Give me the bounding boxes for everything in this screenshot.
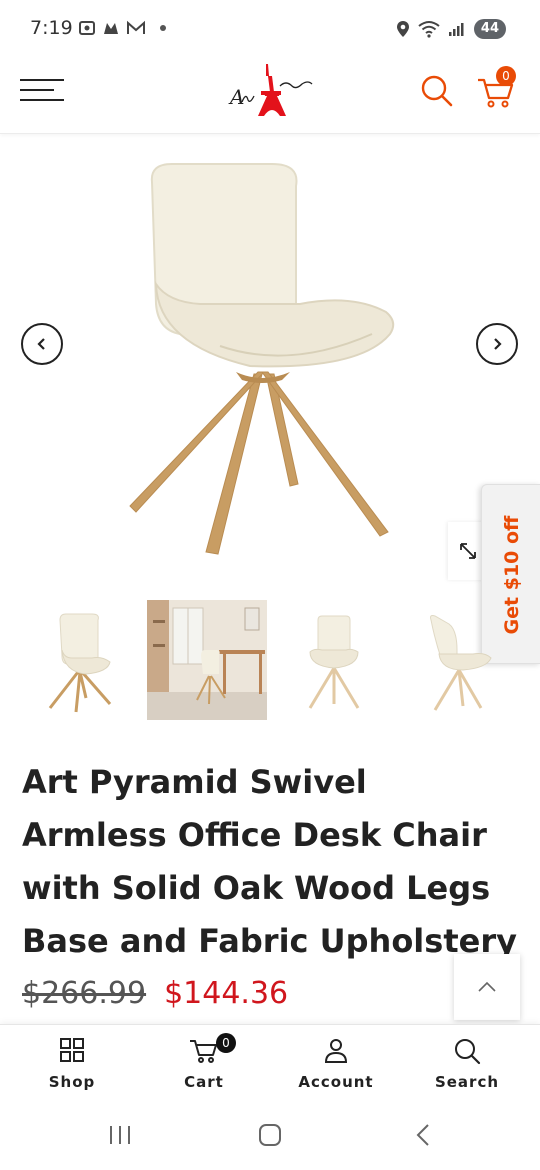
wifi-icon bbox=[418, 21, 440, 38]
product-title: Art Pyramid Swivel Armless Office Desk C… bbox=[22, 763, 517, 960]
menu-line bbox=[20, 79, 64, 81]
nav-cart[interactable]: 0 Cart bbox=[144, 1025, 264, 1103]
room-scene-thumbnail-image bbox=[147, 600, 267, 720]
search-icon bbox=[421, 75, 453, 107]
thumbnail-3[interactable] bbox=[274, 600, 394, 720]
nav-account[interactable]: Account bbox=[276, 1025, 396, 1103]
menu-icon[interactable] bbox=[20, 79, 64, 105]
site-header: A 0 bbox=[0, 58, 540, 134]
chair-side-thumbnail-image bbox=[430, 615, 492, 711]
location-icon bbox=[396, 21, 409, 37]
notification-icons bbox=[78, 20, 166, 36]
chevron-right-icon bbox=[494, 338, 502, 350]
chair-front-thumbnail-image bbox=[308, 615, 360, 709]
chevron-left-icon bbox=[37, 338, 45, 350]
eiffel-tower-logo-icon: A bbox=[228, 64, 313, 116]
recent-apps-icon[interactable] bbox=[106, 1122, 134, 1148]
home-icon[interactable] bbox=[256, 1122, 284, 1148]
sale-price: $144.36 bbox=[164, 976, 289, 1011]
bottom-navigation: Shop 0 Cart Account Search bbox=[0, 1024, 540, 1102]
svg-text:A: A bbox=[228, 85, 244, 109]
status-bar: 7:19 44 bbox=[0, 0, 540, 58]
screenshot-icon bbox=[79, 21, 95, 35]
android-system-navigation bbox=[0, 1102, 540, 1170]
product-gallery bbox=[0, 134, 540, 594]
menu-line bbox=[20, 99, 64, 101]
app-notification-icon bbox=[104, 23, 118, 34]
user-icon bbox=[324, 1039, 348, 1063]
status-time: 7:19 bbox=[30, 17, 73, 39]
original-price: $266.99 bbox=[22, 976, 147, 1011]
search-icon bbox=[455, 1039, 481, 1065]
nav-shop[interactable]: Shop bbox=[12, 1025, 132, 1103]
nav-cart-badge: 0 bbox=[216, 1033, 236, 1053]
price-row: $266.99 $144.36 bbox=[22, 976, 288, 1011]
chair-legs bbox=[129, 371, 389, 555]
menu-line bbox=[20, 89, 54, 91]
chevron-up-icon bbox=[478, 981, 496, 992]
back-to-top-button[interactable] bbox=[454, 954, 520, 1020]
thumbnail-4[interactable] bbox=[401, 600, 521, 720]
grid-icon bbox=[60, 1038, 84, 1062]
cart-count-badge: 0 bbox=[496, 66, 516, 86]
cart-icon bbox=[190, 1040, 217, 1063]
thumbnail-strip bbox=[20, 600, 520, 720]
nav-cart-label: Cart bbox=[184, 1073, 224, 1091]
header-search-button[interactable] bbox=[418, 72, 456, 110]
gmail-icon bbox=[127, 20, 145, 34]
previous-image-button[interactable] bbox=[21, 323, 63, 365]
nav-account-label: Account bbox=[298, 1073, 374, 1091]
next-image-button[interactable] bbox=[476, 323, 518, 365]
nav-shop-label: Shop bbox=[48, 1073, 96, 1091]
nav-search-label: Search bbox=[434, 1073, 500, 1091]
more-notifications-dot bbox=[160, 25, 166, 31]
site-logo[interactable]: A bbox=[222, 58, 318, 134]
thumbnail-2[interactable] bbox=[147, 600, 267, 720]
expand-icon bbox=[460, 543, 476, 559]
nav-search[interactable]: Search bbox=[407, 1025, 527, 1103]
thumbnail-1[interactable] bbox=[20, 600, 140, 720]
back-icon[interactable] bbox=[410, 1122, 438, 1148]
battery-indicator: 44 bbox=[473, 19, 506, 39]
signal-icon bbox=[448, 23, 464, 36]
system-icons: 44 bbox=[396, 19, 506, 39]
chair-thumbnail-image bbox=[48, 613, 112, 713]
